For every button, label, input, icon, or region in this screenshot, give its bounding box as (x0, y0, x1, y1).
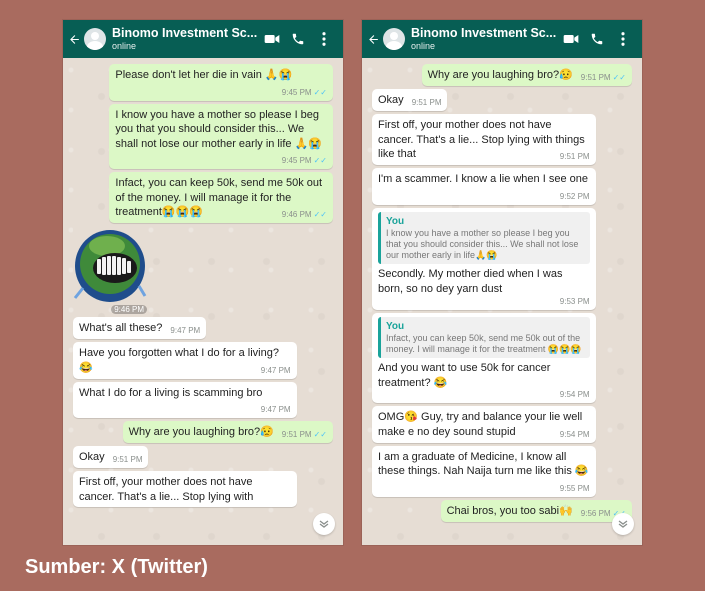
message-time: 9:47 PM (260, 405, 291, 415)
message-text: I'm a scammer. I know a lie when I see o… (378, 173, 588, 186)
message-incoming[interactable]: What I do for a living is scamming bro 9… (73, 381, 297, 419)
chat-header: Binomo Investment Sc... online (63, 20, 343, 58)
message-text: What I do for a living is scamming bro (79, 386, 263, 399)
quote-text: I know you have a mother so please I beg… (386, 227, 579, 261)
quote-author: You (386, 215, 405, 227)
contact-info[interactable]: Binomo Investment Sc... online (411, 27, 558, 52)
message-text: Okay (378, 94, 404, 106)
back-arrow-icon[interactable] (67, 20, 81, 58)
message-time: 9:51 PM (559, 152, 590, 162)
message-text: What's all these? (79, 322, 163, 335)
message-incoming[interactable]: Okay 9:51 PM (372, 89, 448, 111)
contact-info[interactable]: Binomo Investment Sc... online (112, 27, 259, 52)
message-time: 9:51 PM (580, 73, 611, 82)
message-outgoing[interactable]: Chai bros, you too sabi🙌 9:56 PM✓✓ (440, 499, 632, 522)
contact-name: Binomo Investment Sc... (112, 25, 258, 40)
read-ticks-icon: ✓✓ (313, 430, 327, 440)
message-text: I know you have a mother so please I beg… (115, 108, 322, 150)
contact-status: online (112, 41, 137, 52)
read-ticks-icon: ✓✓ (313, 87, 327, 97)
message-meta: 9:45 PM ✓✓ (282, 156, 327, 166)
meme-sticker-image (73, 226, 147, 305)
message-text: Please don't let her die in vain 🙏😭 (115, 69, 293, 81)
quote-text: Infact, you can keep 50k, send me 50k ou… (386, 332, 582, 354)
message-time: 9:45 PM (281, 156, 312, 166)
message-incoming[interactable]: Okay 9:51 PM (73, 446, 149, 469)
message-time: 9:47 PM (170, 326, 201, 336)
contact-status: online (411, 41, 436, 52)
message-text: First off, your mother does not have can… (378, 119, 585, 161)
message-incoming[interactable]: First off, your mother does not have can… (73, 471, 297, 508)
message-time: 9:54 PM (559, 390, 590, 400)
message-time: 9:55 PM (559, 483, 590, 493)
message-time: 9:53 PM (559, 296, 590, 306)
contact-name: Binomo Investment Sc... (411, 25, 557, 40)
chat-header: Binomo Investment Sc... online (362, 20, 642, 58)
message-time: 9:56 PM (580, 508, 611, 518)
message-meta: 9:45 PM ✓✓ (282, 88, 327, 98)
quote-author: You (386, 320, 405, 332)
phone-icon[interactable] (584, 20, 610, 58)
message-time: 9:51 PM (411, 98, 442, 107)
message-time: 9:46 PM (281, 210, 312, 220)
chevron-down-icon[interactable] (612, 513, 634, 535)
message-incoming[interactable]: I'm a scammer. I know a lie when I see o… (372, 168, 596, 205)
message-incoming[interactable]: OMG😘 Guy, try and balance your lie well … (372, 406, 596, 443)
message-time: 9:47 PM (260, 365, 291, 375)
reply-message[interactable]: You I know you have a mother so please I… (372, 207, 596, 310)
message-incoming[interactable]: Have you forgotten what I do for a livin… (73, 342, 297, 379)
message-incoming[interactable]: First off, your mother does not have can… (372, 114, 596, 166)
message-incoming[interactable]: What's all these? 9:47 PM (73, 317, 207, 340)
message-text: OMG😘 Guy, try and balance your lie well … (378, 411, 583, 438)
message-text: Why are you laughing bro?😥 (427, 69, 573, 81)
chat-screenshot-left: Binomo Investment Sc... online Please do… (63, 20, 343, 545)
sticker-message[interactable]: 9:46 PM (73, 226, 147, 315)
message-outgoing[interactable]: I know you have a mother so please I beg… (109, 103, 333, 170)
message-incoming[interactable]: I am a graduate of Medicine, I know all … (372, 445, 596, 497)
video-call-icon[interactable] (558, 20, 584, 58)
back-arrow-icon[interactable] (366, 20, 380, 58)
message-time: 9:51 PM (112, 455, 143, 465)
contact-avatar[interactable] (84, 28, 106, 50)
read-ticks-icon: ✓✓ (313, 210, 327, 220)
phone-icon[interactable] (285, 20, 311, 58)
read-ticks-icon: ✓✓ (313, 156, 327, 166)
message-text: Have you forgotten what I do for a livin… (79, 347, 279, 374)
message-text: First off, your mother does not have can… (79, 476, 254, 503)
message-text: Chai bros, you too sabi🙌 (446, 504, 573, 517)
video-call-icon[interactable] (259, 20, 285, 58)
message-time: 9:45 PM (281, 87, 312, 97)
message-outgoing[interactable]: Why are you laughing bro?😥 9:51 PM ✓✓ (122, 421, 333, 444)
read-ticks-icon: ✓✓ (612, 73, 626, 82)
message-meta: 9:51 PM ✓✓ (282, 430, 327, 440)
message-list[interactable]: Why are you laughing bro?😥 9:51 PM ✓✓ Oka… (362, 58, 642, 545)
quoted-message[interactable]: You Infact, you can keep 50k, send me 50… (378, 316, 590, 359)
message-list[interactable]: Please don't let her die in vain 🙏😭 9:45… (63, 58, 343, 545)
more-vert-icon[interactable] (311, 20, 337, 58)
message-meta: 9:51 PM ✓✓ (581, 73, 626, 83)
message-time: 9:51 PM (281, 430, 312, 440)
contact-avatar[interactable] (383, 28, 405, 50)
message-meta: 9:46 PM ✓✓ (282, 210, 327, 220)
message-text: I am a graduate of Medicine, I know all … (378, 450, 589, 478)
message-text: Why are you laughing bro?😥 (128, 426, 274, 439)
message-outgoing[interactable]: Infact, you can keep 50k, send me 50k ou… (109, 172, 333, 224)
message-text: Secondly. My mother died when I was born… (378, 268, 563, 295)
message-text: And you want to use 50k for cancer treat… (378, 362, 551, 389)
chat-screenshot-right: Binomo Investment Sc... online Why are y… (362, 20, 642, 545)
chevron-down-icon[interactable] (313, 513, 335, 535)
quoted-message[interactable]: You I know you have a mother so please I… (378, 211, 590, 265)
message-outgoing[interactable]: Please don't let her die in vain 🙏😭 9:45… (109, 64, 333, 101)
message-text: Okay (79, 451, 105, 464)
message-time: 9:46 PM (111, 305, 147, 315)
message-time: 9:54 PM (559, 429, 590, 439)
message-outgoing[interactable]: Why are you laughing bro?😥 9:51 PM ✓✓ (421, 64, 632, 86)
reply-message[interactable]: You Infact, you can keep 50k, send me 50… (372, 312, 596, 404)
message-time: 9:52 PM (559, 191, 590, 201)
more-vert-icon[interactable] (610, 20, 636, 58)
source-caption: Sumber: X (Twitter) (25, 556, 208, 578)
